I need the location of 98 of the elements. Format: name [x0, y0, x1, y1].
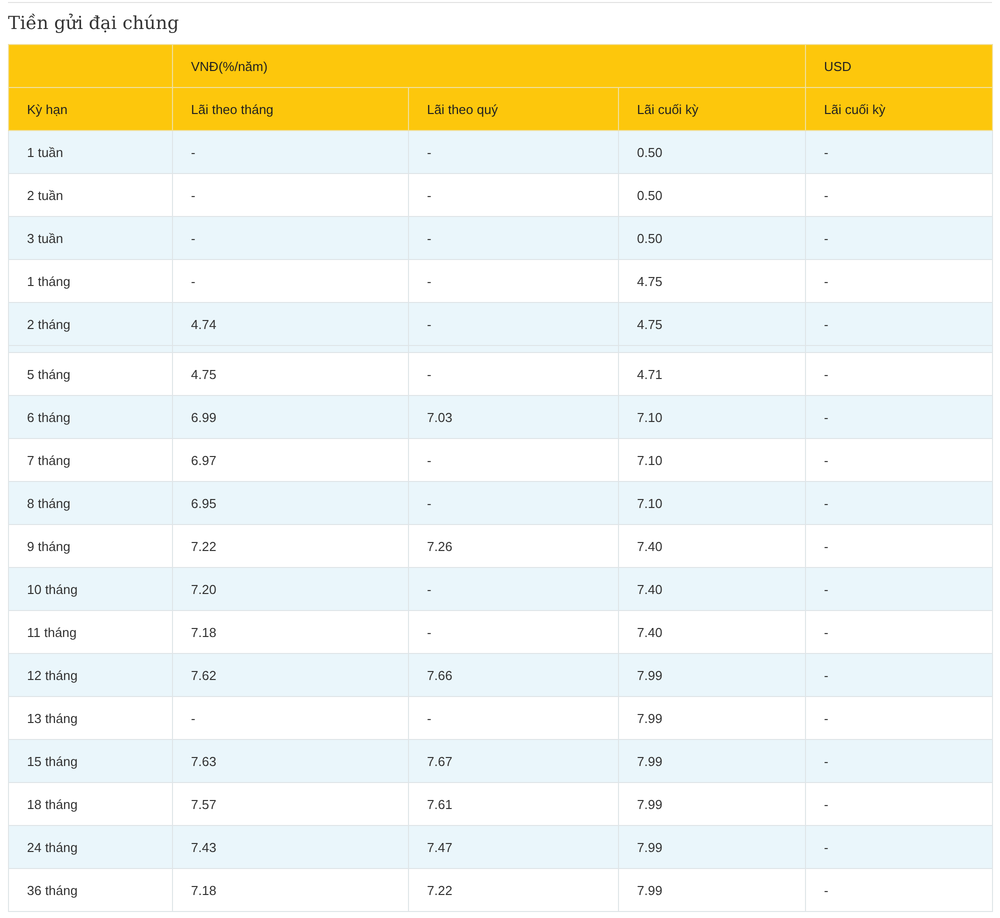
- table-cell: -: [408, 610, 618, 654]
- column-header: Lãi theo quý: [408, 88, 618, 130]
- table-cell: -: [806, 782, 992, 826]
- table-cell: 7.62: [172, 654, 408, 696]
- table-cell: -: [408, 438, 618, 482]
- table-cell: 4.74: [172, 302, 408, 346]
- table-cell: -: [172, 174, 408, 216]
- table-cell: 7.99: [618, 826, 806, 868]
- table-cell: -: [408, 696, 618, 740]
- table-cell: -: [408, 352, 618, 396]
- table-cell: -: [806, 696, 992, 740]
- table-cell: 5 tháng: [8, 352, 172, 396]
- table-cell: 4.75: [172, 352, 408, 396]
- column-header: Lãi cuối kỳ: [618, 88, 806, 130]
- table-cell: 2 tháng: [8, 302, 172, 346]
- table-cell: 7.99: [618, 696, 806, 740]
- table-cell: 7.99: [618, 654, 806, 696]
- table-cell: -: [806, 352, 992, 396]
- table-cell: 6.97: [172, 438, 408, 482]
- table-cell: 4.71: [618, 352, 806, 396]
- table-cell: 7.10: [618, 438, 806, 482]
- table-cell: -: [806, 868, 992, 912]
- table-cell: 2 tuần: [8, 174, 172, 216]
- table-cell: 15 tháng: [8, 740, 172, 782]
- table-cell: -: [806, 610, 992, 654]
- table-cell: 7.99: [618, 868, 806, 912]
- table-cell: 0.50: [618, 216, 806, 260]
- table-cell: -: [172, 260, 408, 302]
- table-cell: 7.40: [618, 524, 806, 568]
- section-title: Tiền gửi đại chúng: [8, 13, 180, 34]
- table-cell: 7.99: [618, 740, 806, 782]
- group-header: USD: [806, 44, 992, 88]
- table-cell: -: [806, 396, 992, 438]
- table-cell: -: [408, 482, 618, 524]
- table-cell: 7.22: [172, 524, 408, 568]
- table-cell: -: [806, 654, 992, 696]
- table-cell: 7.57: [172, 782, 408, 826]
- table-cell: 7.18: [172, 610, 408, 654]
- table-cell: 7.40: [618, 568, 806, 610]
- table-cell: 8 tháng: [8, 482, 172, 524]
- table-cell: -: [806, 740, 992, 782]
- table-cell: 7.26: [408, 524, 618, 568]
- table-cell: 7.66: [408, 654, 618, 696]
- table-cell: -: [172, 130, 408, 174]
- table-cell: 6 tháng: [8, 396, 172, 438]
- table-cell: -: [806, 216, 992, 260]
- table-cell: -: [408, 130, 618, 174]
- table-cell: 10 tháng: [8, 568, 172, 610]
- table-cell: 7.18: [172, 868, 408, 912]
- table-cell: 9 tháng: [8, 524, 172, 568]
- column-header: Lãi cuối kỳ: [806, 88, 992, 130]
- table-cell: 36 tháng: [8, 868, 172, 912]
- table-cell: 7.10: [618, 482, 806, 524]
- table-cell: 6.95: [172, 482, 408, 524]
- table-cell: 7.40: [618, 610, 806, 654]
- table-cell: 1 tháng: [8, 260, 172, 302]
- table-cell: -: [408, 302, 618, 346]
- table-cell: -: [172, 696, 408, 740]
- table-cell: -: [806, 302, 992, 346]
- column-header: Kỳ hạn: [8, 88, 172, 130]
- table-cell: 7 tháng: [8, 438, 172, 482]
- table-cell: 18 tháng: [8, 782, 172, 826]
- table-cell: 1 tuần: [8, 130, 172, 174]
- table-cell: -: [172, 216, 408, 260]
- table-cell: 7.99: [618, 782, 806, 826]
- table-cell: 3 tuần: [8, 216, 172, 260]
- table-cell: -: [408, 568, 618, 610]
- table-cell: 7.47: [408, 826, 618, 868]
- table-cell: 7.61: [408, 782, 618, 826]
- table-cell: 7.03: [408, 396, 618, 438]
- table-cell: -: [806, 130, 992, 174]
- table-cell: 7.63: [172, 740, 408, 782]
- table-cell: 0.50: [618, 130, 806, 174]
- table-cell: -: [806, 524, 992, 568]
- table-cell: 7.20: [172, 568, 408, 610]
- table-cell: 6.99: [172, 396, 408, 438]
- table-cell: 4.75: [618, 302, 806, 346]
- table-cell: -: [408, 216, 618, 260]
- table-cell: -: [408, 174, 618, 216]
- table-cell: 7.10: [618, 396, 806, 438]
- table-cell: -: [806, 482, 992, 524]
- table-cell: -: [806, 438, 992, 482]
- table-cell: 0.50: [618, 174, 806, 216]
- table-cell: 4.75: [618, 260, 806, 302]
- table-cell: 11 tháng: [8, 610, 172, 654]
- table-cell: 7.67: [408, 740, 618, 782]
- table-cell: 13 tháng: [8, 696, 172, 740]
- table-cell: -: [806, 260, 992, 302]
- table-cell: 24 tháng: [8, 826, 172, 868]
- table-cell: 12 tháng: [8, 654, 172, 696]
- group-header: VNĐ(%/năm): [172, 44, 806, 88]
- table-cell: 7.22: [408, 868, 618, 912]
- column-header: Lãi theo tháng: [172, 88, 408, 130]
- table-cell: -: [806, 174, 992, 216]
- table-cell: -: [408, 260, 618, 302]
- table-cell: 7.43: [172, 826, 408, 868]
- table-cell: -: [806, 826, 992, 868]
- table-cell: -: [806, 568, 992, 610]
